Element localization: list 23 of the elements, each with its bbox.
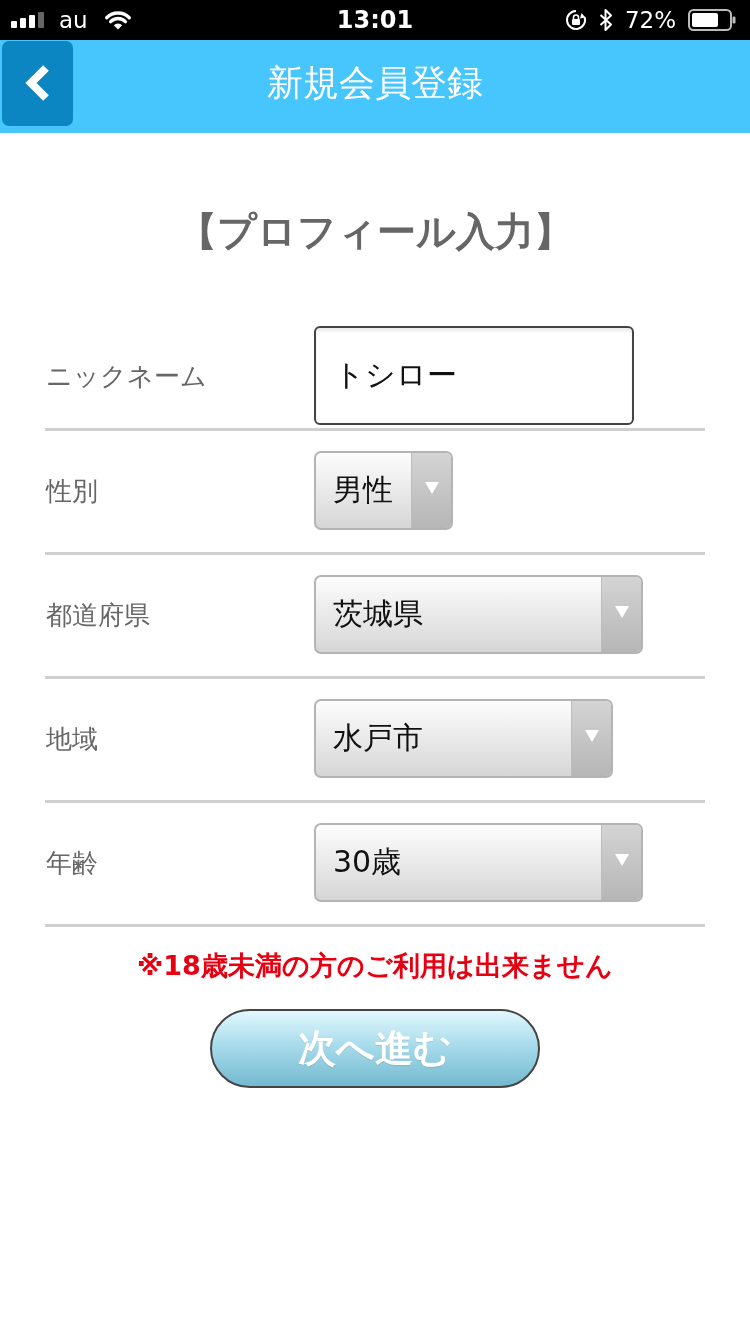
dropdown-field[interactable]: 男性 [314,451,453,530]
orientation-lock-icon [564,9,587,31]
chevron-left-icon [23,63,52,103]
field-label: ニックネーム [45,359,208,392]
status-time: 13:01 [336,6,414,34]
dropdown-field[interactable]: 30歳 [314,823,643,902]
field-label: 年齢 [45,846,99,879]
field-label: 地域 [45,722,99,755]
signal-icon [11,12,45,28]
bluetooth-icon [598,8,613,32]
dropdown-field[interactable]: 茨城県 [314,575,643,654]
carrier-name: au [59,6,88,34]
back-button[interactable] [2,40,73,126]
battery-icon [688,9,736,31]
age-notice: ※18歳未満の方のご利用は出来ません [136,949,614,983]
battery-percent: 72% [624,6,676,34]
text-input-field[interactable]: トシロー [314,326,634,425]
wifi-icon [103,10,132,30]
page-title: 新規会員登録 [267,60,483,105]
field-label: 性別 [45,474,99,507]
section-title: 【プロフィール入力】 [176,208,574,256]
dropdown-field[interactable]: 水戸市 [314,699,613,778]
field-label: 都道府県 [45,598,151,631]
